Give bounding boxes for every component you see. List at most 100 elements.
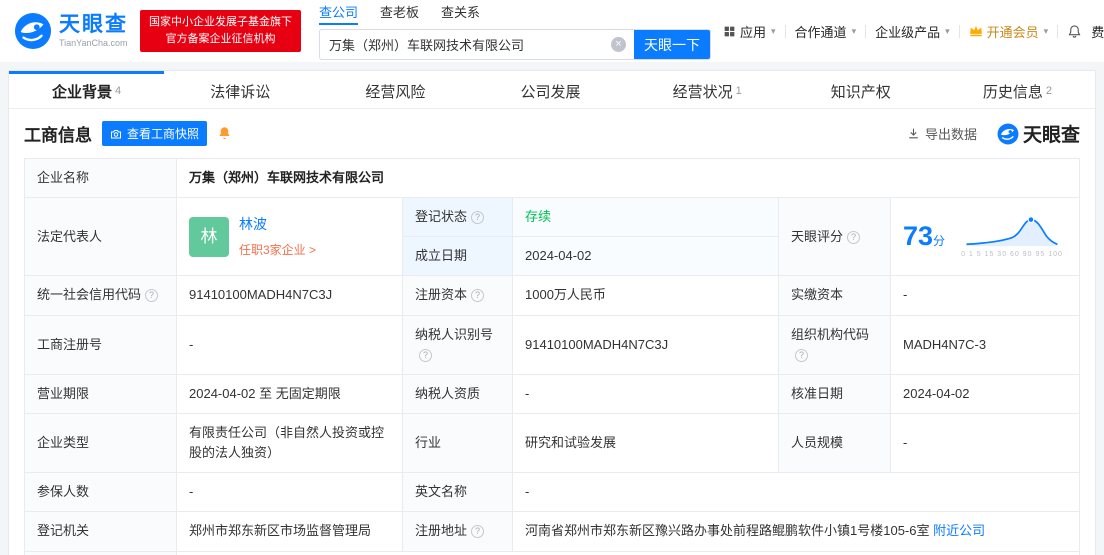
field-label: 纳税人识别号? bbox=[402, 314, 513, 375]
tab-count: 1 bbox=[735, 85, 742, 97]
nav-apps[interactable]: 应用 ▾ bbox=[723, 22, 776, 41]
table-row: 企业类型 有限责任公司（非自然人投资或控股的法人独资） 行业 研究和试验发展 人… bbox=[24, 412, 1080, 474]
approval-date-value: 2024-04-02 bbox=[890, 373, 1080, 414]
help-icon[interactable]: ? bbox=[145, 289, 159, 303]
field-label: 登记状态? bbox=[402, 197, 513, 238]
section-tabs: 企业背景 4 法律诉讼 经营风险 公司发展 经营状况 1 知识产权 历史信息 2 bbox=[9, 71, 1095, 109]
help-icon[interactable]: ? bbox=[471, 525, 485, 539]
apps-grid-icon bbox=[724, 26, 735, 36]
business-term-value: 2024-04-02 至 无固定期限 bbox=[176, 373, 403, 414]
help-icon[interactable]: ? bbox=[847, 230, 861, 244]
field-label: 参保人数 bbox=[24, 472, 177, 513]
insured-count-value: - bbox=[176, 472, 403, 513]
field-label: 统一社会信用代码? bbox=[24, 275, 177, 316]
divider bbox=[1057, 24, 1059, 38]
org-code-value: MADH4N7C-3 bbox=[890, 314, 1080, 375]
help-icon[interactable]: ? bbox=[419, 348, 432, 362]
reg-capital-value: 1000万人民币 bbox=[512, 275, 779, 316]
notification-bell[interactable] bbox=[1067, 24, 1082, 39]
field-label: 人员规模 bbox=[778, 412, 891, 474]
score-axis-labels: 0 1 5 15 30 60 90 95 100 bbox=[961, 250, 1063, 258]
tab-search-relation[interactable]: 查关系 bbox=[441, 2, 480, 25]
tab-legal-proceedings[interactable]: 法律诉讼 bbox=[164, 71, 319, 108]
nearby-companies-link[interactable]: 附近公司 bbox=[933, 523, 985, 538]
field-label: 企业类型 bbox=[24, 412, 177, 474]
taxpayer-quality-value: - bbox=[512, 373, 779, 414]
legal-rep-avatar[interactable]: 林 bbox=[189, 216, 229, 257]
export-data-button[interactable]: 导出数据 bbox=[907, 124, 977, 143]
table-row: 营业期限 2024-04-02 至 无固定期限 纳税人资质 - 核准日期 202… bbox=[24, 373, 1080, 414]
search-box: × 天眼一下 bbox=[319, 29, 711, 60]
user-menu[interactable]: 费米 ▾ bbox=[1091, 22, 1104, 41]
search-button[interactable]: 天眼一下 bbox=[634, 30, 710, 59]
tianyan-score-cell[interactable]: 73分 0 1 5 15 30 60 90 95 100 bbox=[890, 197, 1080, 277]
score-sparkline: 0 1 5 15 30 60 90 95 100 bbox=[961, 213, 1063, 261]
watermark-brand: 天眼查 bbox=[997, 120, 1080, 147]
field-label: 英文名称 bbox=[402, 472, 513, 513]
logo-cn: 天眼查 bbox=[59, 13, 128, 36]
help-icon[interactable]: ? bbox=[795, 348, 808, 362]
legal-rep-companies-link[interactable]: 任职3家企业 > bbox=[239, 241, 316, 260]
divider bbox=[784, 24, 786, 38]
official-badge: 国家中小企业发展子基金旗下 官方备案企业征信机构 bbox=[140, 9, 301, 53]
tab-search-boss[interactable]: 查老板 bbox=[380, 2, 419, 25]
field-label: 注册资本? bbox=[402, 275, 513, 316]
camera-icon bbox=[111, 129, 121, 138]
table-row: 经营范围? 一般项目：技术服务、技术开发、技术咨询、技术交流、技术转让、技术推广… bbox=[24, 550, 1080, 555]
logo-en: TianYanCha.com bbox=[59, 38, 128, 48]
legal-rep-name-link[interactable]: 林波 bbox=[239, 214, 316, 236]
business-info-header: 工商信息 查看工商快照 导出数据 天眼查 bbox=[9, 109, 1095, 158]
nav-vip-label: 开通会员 bbox=[986, 24, 1039, 40]
help-icon[interactable]: ? bbox=[471, 211, 485, 225]
field-label: 成立日期 bbox=[402, 236, 513, 277]
username-label: 费米 bbox=[1091, 24, 1104, 40]
monitor-bell-button[interactable] bbox=[217, 126, 232, 141]
nav-enterprise-products[interactable]: 企业级产品 ▾ bbox=[875, 22, 950, 41]
field-label: 实缴资本 bbox=[778, 275, 891, 316]
divider bbox=[865, 24, 867, 38]
tab-search-company[interactable]: 查公司 bbox=[319, 2, 359, 25]
reg-address-cell: 河南省郑州市郑东新区豫兴路办事处前程路鲲鹏软件小镇1号楼105-6室 附近公司 bbox=[512, 511, 1080, 552]
crown-icon bbox=[969, 25, 982, 37]
tianyancha-logo-icon bbox=[997, 123, 1019, 144]
tab-intellectual-property[interactable]: 知识产权 bbox=[785, 71, 940, 108]
table-row: 法定代表人 林 林波 任职3家企业 > 登记状态? 存续 天眼评分? 73分 0… bbox=[24, 197, 1080, 277]
tianyancha-logo[interactable]: 天眼查 TianYanCha.com bbox=[14, 12, 128, 50]
tab-operation-risk[interactable]: 经营风险 bbox=[319, 71, 474, 108]
download-icon bbox=[909, 128, 918, 139]
field-label: 企业名称 bbox=[24, 157, 177, 199]
help-icon[interactable]: ? bbox=[471, 289, 485, 303]
tab-operation-status[interactable]: 经营状况 1 bbox=[630, 71, 785, 108]
header-nav: 应用 ▾ 合作通道 ▾ 企业级产品 ▾ 开通会员 ▾ 费米 ▾ bbox=[723, 22, 1104, 41]
nav-partner-channel[interactable]: 合作通道 ▾ bbox=[795, 22, 857, 41]
header-search: 查公司 查老板 查关系 × 天眼一下 bbox=[319, 2, 711, 60]
field-label: 营业期限 bbox=[24, 373, 177, 414]
field-label: 行业 bbox=[402, 412, 513, 474]
clear-search-icon[interactable]: × bbox=[611, 37, 626, 52]
search-input[interactable] bbox=[320, 37, 611, 52]
business-snapshot-button[interactable]: 查看工商快照 bbox=[102, 121, 208, 146]
field-label: 经营范围? bbox=[24, 550, 177, 555]
field-label: 注册地址? bbox=[402, 511, 513, 552]
company-type-value: 有限责任公司（非自然人投资或控股的法人独资） bbox=[176, 412, 403, 474]
score-number: 73 bbox=[903, 221, 934, 252]
tab-company-development[interactable]: 公司发展 bbox=[474, 71, 629, 108]
reg-address-value: 河南省郑州市郑东新区豫兴路办事处前程路鲲鹏软件小镇1号楼105-6室 bbox=[525, 523, 930, 539]
tab-count: 4 bbox=[115, 85, 122, 97]
bell-icon bbox=[219, 127, 230, 140]
establish-date-value: 2024-04-02 bbox=[512, 236, 779, 277]
business-info-table-wrap: 企业名称 万集（郑州）车联网技术有限公司 法定代表人 林 林波 任职3家企业 >… bbox=[9, 157, 1095, 555]
top-header: 天眼查 TianYanCha.com 国家中小企业发展子基金旗下 官方备案企业征… bbox=[0, 0, 1104, 62]
section-title: 工商信息 bbox=[24, 126, 92, 145]
tab-company-background[interactable]: 企业背景 4 bbox=[9, 71, 165, 108]
tab-history-info[interactable]: 历史信息 2 bbox=[940, 71, 1095, 108]
chevron-down-icon: ▾ bbox=[1043, 25, 1049, 36]
table-row: 登记机关 郑州市郑东新区市场监督管理局 注册地址? 河南省郑州市郑东新区豫兴路办… bbox=[24, 511, 1080, 552]
paid-capital-value: - bbox=[890, 275, 1080, 316]
company-name-value: 万集（郑州）车联网技术有限公司 bbox=[176, 157, 1080, 199]
nav-open-vip[interactable]: 开通会员 ▾ bbox=[969, 22, 1049, 41]
field-label: 法定代表人 bbox=[24, 197, 177, 277]
table-row: 统一社会信用代码? 91410100MADH4N7C3J 注册资本? 1000万… bbox=[24, 275, 1080, 316]
table-row: 参保人数 - 英文名称 - bbox=[24, 472, 1080, 513]
badge-line2: 官方备案企业征信机构 bbox=[165, 33, 276, 45]
